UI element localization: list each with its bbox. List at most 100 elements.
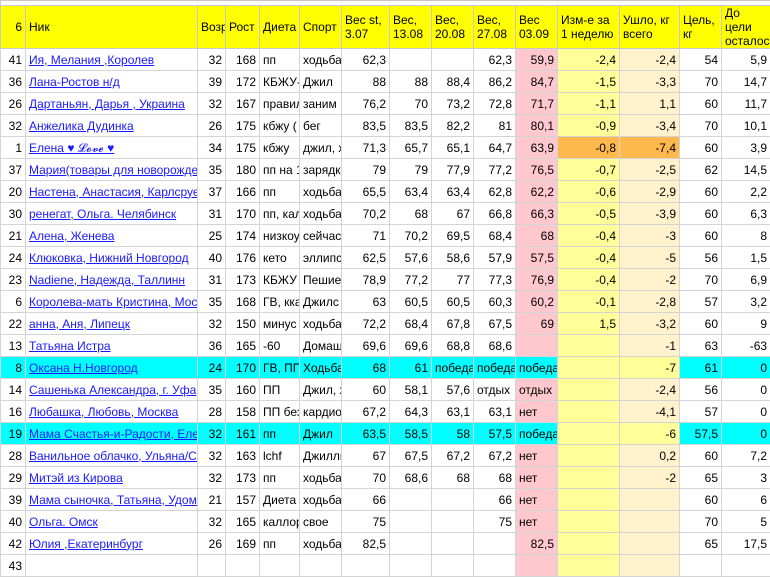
weight-start-cell[interactable]: 71 bbox=[342, 225, 390, 247]
weight-start-cell[interactable]: 88 bbox=[342, 71, 390, 93]
left-to-goal-cell[interactable]: 11,7 bbox=[722, 93, 770, 115]
age-cell[interactable]: 35 bbox=[198, 159, 226, 181]
rank-cell[interactable]: 39 bbox=[1, 489, 26, 511]
weight-0309-cell[interactable]: 57,5 bbox=[516, 247, 558, 269]
weight-start-cell[interactable]: 62,3 bbox=[342, 49, 390, 71]
nick-link[interactable]: Митэй из Кирова bbox=[26, 467, 198, 489]
age-cell[interactable]: 32 bbox=[198, 49, 226, 71]
height-cell[interactable]: 160 bbox=[226, 379, 260, 401]
nick-link[interactable]: Ольга. Омск bbox=[26, 511, 198, 533]
sport-cell[interactable]: кардио bbox=[300, 401, 342, 423]
weight-2008-cell[interactable]: 67,2 bbox=[432, 445, 474, 467]
diet-cell[interactable]: пп на 1 bbox=[260, 159, 300, 181]
nick-link[interactable]: Настена, Анастасия, Карлсруе Германия bbox=[26, 181, 198, 203]
diet-cell[interactable]: низкоу bbox=[260, 225, 300, 247]
left-to-goal-cell[interactable]: 1,5 bbox=[722, 247, 770, 269]
weight-start-cell[interactable]: 62,5 bbox=[342, 247, 390, 269]
height-cell[interactable]: 180 bbox=[226, 159, 260, 181]
week-change-cell[interactable]: -1,1 bbox=[558, 93, 620, 115]
diet-cell[interactable]: кето bbox=[260, 247, 300, 269]
age-cell[interactable]: 34 bbox=[198, 137, 226, 159]
weight-start-cell[interactable]: 67 bbox=[342, 445, 390, 467]
nick-link[interactable]: Юлия ,Екатеринбург bbox=[26, 533, 198, 555]
week-change-cell[interactable]: -0,9 bbox=[558, 115, 620, 137]
height-cell[interactable]: 173 bbox=[226, 269, 260, 291]
nick-link[interactable]: Ия, Мелания ,Королев bbox=[26, 49, 198, 71]
weight-1308-cell[interactable]: 79 bbox=[390, 159, 432, 181]
goal-cell[interactable]: 60 bbox=[680, 225, 722, 247]
diet-cell[interactable] bbox=[260, 555, 300, 577]
total-lost-cell[interactable]: -3,3 bbox=[620, 71, 680, 93]
weight-2708-cell[interactable]: отдых bbox=[474, 379, 516, 401]
total-lost-cell[interactable]: 1,1 bbox=[620, 93, 680, 115]
weight-0309-cell[interactable] bbox=[516, 555, 558, 577]
total-lost-cell[interactable]: -2 bbox=[620, 467, 680, 489]
weight-0309-cell[interactable]: 68 bbox=[516, 225, 558, 247]
header-age[interactable]: Возраст bbox=[198, 6, 226, 49]
left-to-goal-cell[interactable]: 17,5 bbox=[722, 533, 770, 555]
weight-0309-cell[interactable]: 62,2 bbox=[516, 181, 558, 203]
weight-0309-cell[interactable]: 66,3 bbox=[516, 203, 558, 225]
height-cell[interactable]: 168 bbox=[226, 291, 260, 313]
diet-cell[interactable]: минус bbox=[260, 313, 300, 335]
total-lost-cell[interactable]: -4,1 bbox=[620, 401, 680, 423]
goal-cell[interactable]: 61 bbox=[680, 357, 722, 379]
goal-cell[interactable]: 54 bbox=[680, 49, 722, 71]
rank-cell[interactable]: 21 bbox=[1, 225, 26, 247]
sport-cell[interactable]: сейчас н bbox=[300, 225, 342, 247]
left-to-goal-cell[interactable]: 3 bbox=[722, 467, 770, 489]
age-cell[interactable]: 26 bbox=[198, 533, 226, 555]
weight-2008-cell[interactable]: 77 bbox=[432, 269, 474, 291]
week-change-cell[interactable]: -0,8 bbox=[558, 137, 620, 159]
weight-1308-cell[interactable] bbox=[390, 511, 432, 533]
rank-cell[interactable]: 28 bbox=[1, 445, 26, 467]
diet-cell[interactable]: КБЖУ- bbox=[260, 71, 300, 93]
header-rank[interactable]: 6 bbox=[1, 6, 26, 49]
weight-start-cell[interactable]: 82,5 bbox=[342, 533, 390, 555]
diet-cell[interactable]: пп bbox=[260, 467, 300, 489]
diet-cell[interactable]: каллор bbox=[260, 511, 300, 533]
weight-2008-cell[interactable] bbox=[432, 511, 474, 533]
weight-2708-cell[interactable]: 67,2 bbox=[474, 445, 516, 467]
weight-1308-cell[interactable]: 64,3 bbox=[390, 401, 432, 423]
height-cell[interactable]: 158 bbox=[226, 401, 260, 423]
header-total[interactable]: Ушло, кг всего bbox=[620, 6, 680, 49]
nick-link[interactable]: Ванильное облачко, Ульяна/СПб bbox=[26, 445, 198, 467]
weight-start-cell[interactable]: 76,2 bbox=[342, 93, 390, 115]
weight-2708-cell[interactable]: 57,9 bbox=[474, 247, 516, 269]
weight-2708-cell[interactable]: 62,8 bbox=[474, 181, 516, 203]
age-cell[interactable]: 35 bbox=[198, 379, 226, 401]
week-change-cell[interactable]: -0,4 bbox=[558, 247, 620, 269]
sport-cell[interactable]: Ходьба, bbox=[300, 357, 342, 379]
header-weekchange[interactable]: Изм-е за 1 неделю bbox=[558, 6, 620, 49]
diet-cell[interactable]: кбжу ( bbox=[260, 115, 300, 137]
sport-cell[interactable]: ходьба bbox=[300, 181, 342, 203]
age-cell[interactable]: 32 bbox=[198, 511, 226, 533]
weight-1308-cell[interactable]: 70 bbox=[390, 93, 432, 115]
weight-start-cell[interactable]: 70 bbox=[342, 467, 390, 489]
height-cell[interactable]: 161 bbox=[226, 423, 260, 445]
weight-0309-cell[interactable]: нет bbox=[516, 401, 558, 423]
header-w4[interactable]: Вес 03.09 bbox=[516, 6, 558, 49]
week-change-cell[interactable]: -0,7 bbox=[558, 159, 620, 181]
weight-2708-cell[interactable]: победа bbox=[474, 357, 516, 379]
weight-2008-cell[interactable]: 65,1 bbox=[432, 137, 474, 159]
height-cell[interactable]: 170 bbox=[226, 357, 260, 379]
left-to-goal-cell[interactable]: 0 bbox=[722, 379, 770, 401]
left-to-goal-cell[interactable]: 5,9 bbox=[722, 49, 770, 71]
weight-start-cell[interactable]: 71,3 bbox=[342, 137, 390, 159]
left-to-goal-cell[interactable]: 5 bbox=[722, 511, 770, 533]
weight-start-cell[interactable]: 72,2 bbox=[342, 313, 390, 335]
weight-start-cell[interactable]: 78,9 bbox=[342, 269, 390, 291]
nick-link[interactable]: Клюковка, Нижний Новгород bbox=[26, 247, 198, 269]
weight-2008-cell[interactable]: 67,8 bbox=[432, 313, 474, 335]
sport-cell[interactable]: ходьба bbox=[300, 49, 342, 71]
height-cell[interactable]: 163 bbox=[226, 445, 260, 467]
sport-cell[interactable]: Пешие bbox=[300, 269, 342, 291]
height-cell[interactable]: 175 bbox=[226, 115, 260, 137]
weight-0309-cell[interactable]: 82,5 bbox=[516, 533, 558, 555]
total-lost-cell[interactable]: -7,4 bbox=[620, 137, 680, 159]
goal-cell[interactable]: 70 bbox=[680, 269, 722, 291]
weight-2008-cell[interactable] bbox=[432, 533, 474, 555]
weight-2708-cell[interactable] bbox=[474, 555, 516, 577]
